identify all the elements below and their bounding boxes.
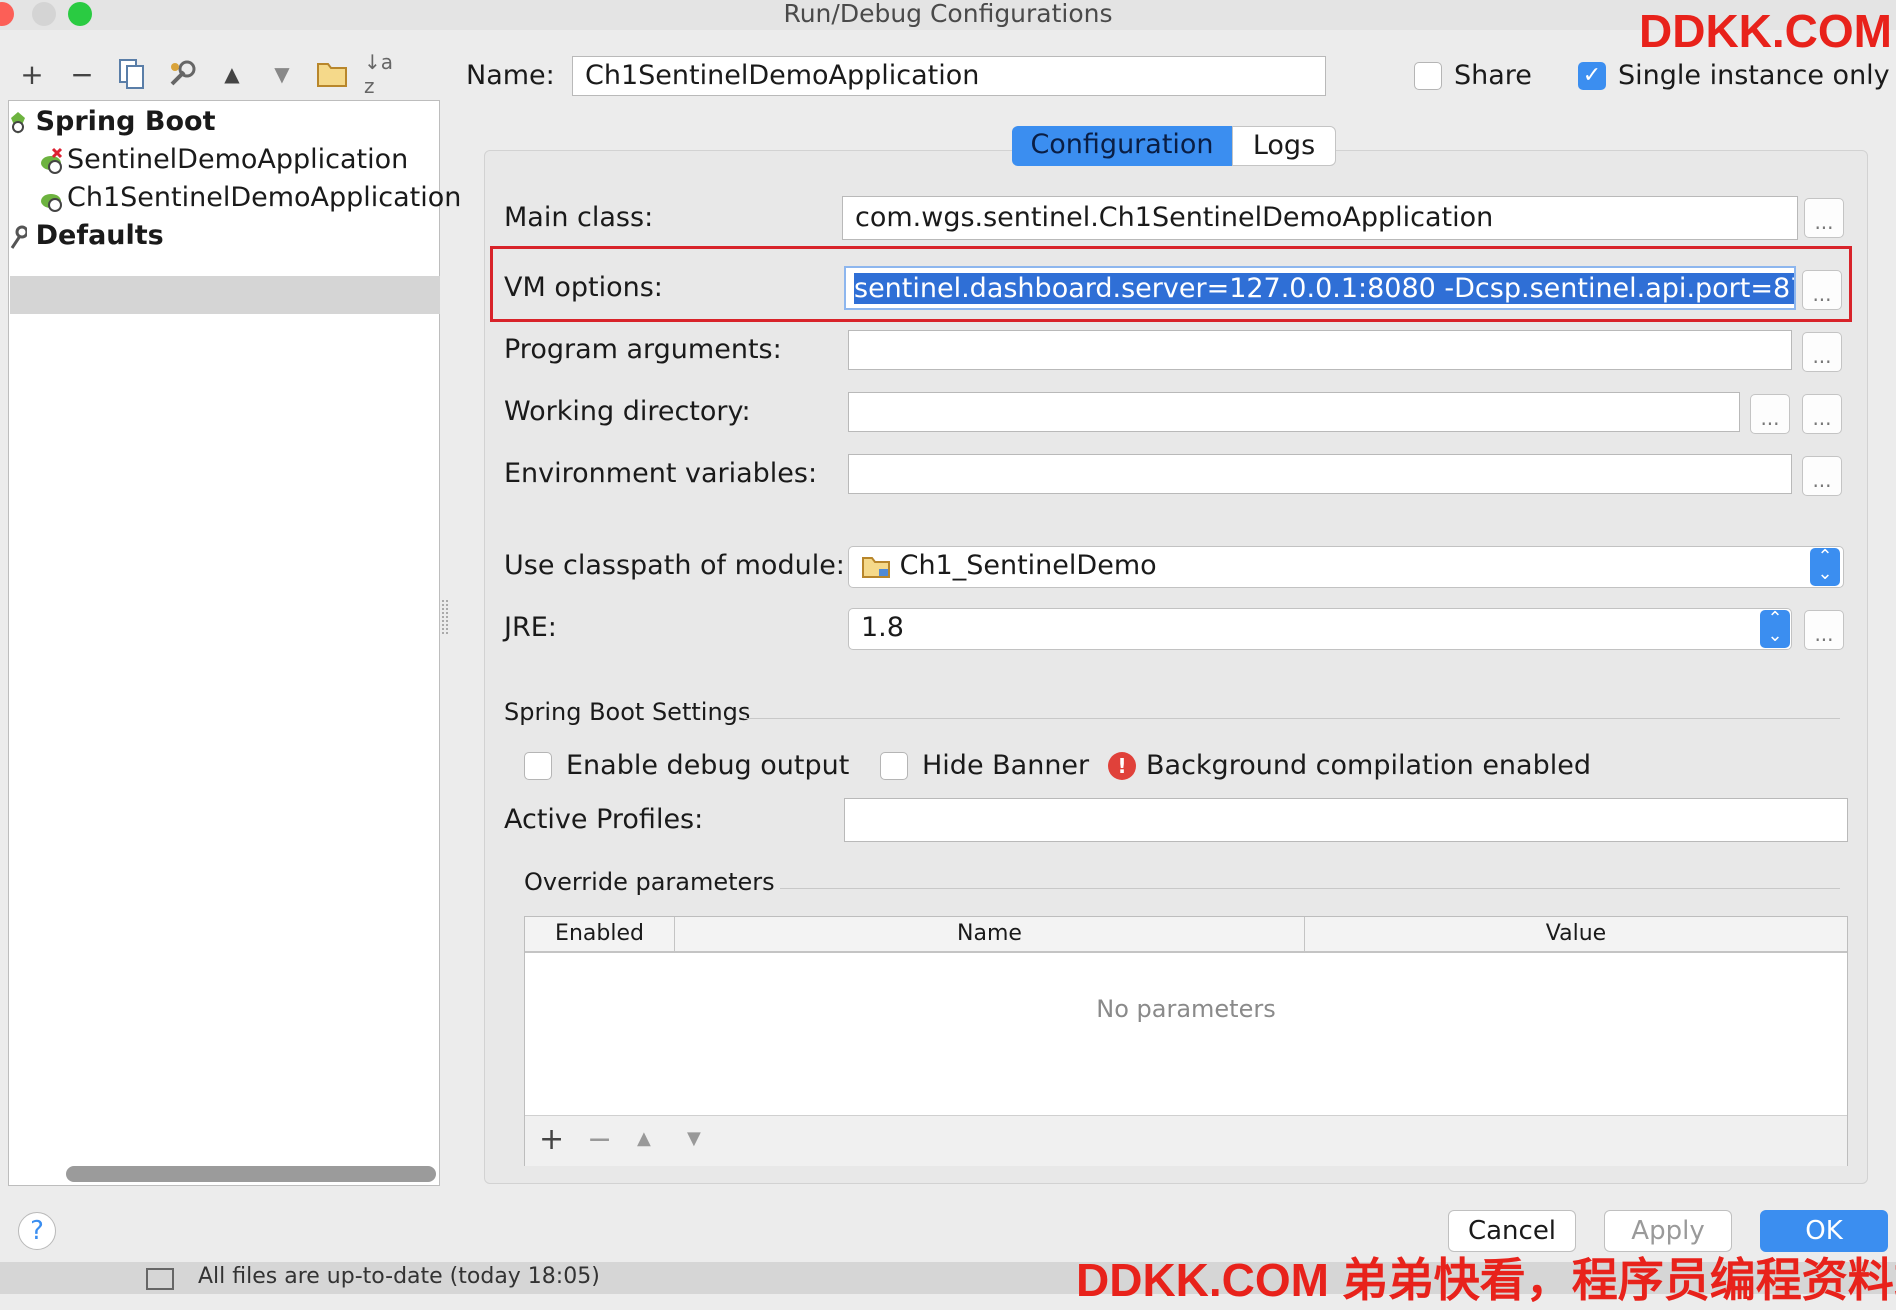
- splitter-handle[interactable]: [442, 600, 448, 634]
- tree-item-label: Spring Boot: [35, 106, 216, 137]
- program-arguments-expand-button[interactable]: ...: [1802, 332, 1842, 372]
- copy-configuration-button[interactable]: [114, 56, 150, 92]
- spring-boot-app-icon: [41, 193, 62, 212]
- create-folder-button[interactable]: [314, 56, 350, 92]
- column-header-name[interactable]: Name: [675, 917, 1305, 953]
- environment-variables-field[interactable]: [848, 454, 1792, 494]
- arrow-down-icon: ▼: [274, 62, 290, 86]
- status-bar-toggle-icon[interactable]: [146, 1268, 174, 1290]
- tab-configuration[interactable]: Configuration: [1012, 126, 1232, 166]
- working-directory-field[interactable]: [848, 392, 1740, 432]
- add-parameter-button[interactable]: +: [539, 1122, 564, 1157]
- single-instance-checkbox[interactable]: ✓: [1578, 62, 1606, 90]
- main-class-field[interactable]: com.wgs.sentinel.Ch1SentinelDemoApplicat…: [842, 196, 1798, 240]
- wrench-icon: [170, 60, 196, 86]
- add-configuration-button[interactable]: +: [14, 56, 50, 92]
- edit-defaults-button[interactable]: [164, 56, 200, 92]
- move-parameter-down-button[interactable]: ▼: [687, 1128, 701, 1149]
- vm-options-expand-button[interactable]: ...: [1802, 270, 1842, 310]
- help-button[interactable]: ?: [18, 1212, 56, 1250]
- classpath-module-dropdown-arrow[interactable]: ⌃ ⌄: [1810, 548, 1840, 586]
- main-class-label: Main class:: [504, 202, 654, 233]
- share-checkbox[interactable]: [1414, 62, 1442, 90]
- remove-parameter-button[interactable]: −: [587, 1122, 612, 1157]
- window-title: Run/Debug Configurations: [783, 0, 1113, 28]
- vm-options-selected-text: sentinel.dashboard.server=127.0.0.1:8080…: [854, 273, 1794, 304]
- jre-browse-button[interactable]: ...: [1804, 610, 1844, 650]
- working-directory-label: Working directory:: [504, 396, 751, 427]
- configuration-tree[interactable]: Spring Boot SentinelDemoApplication Ch1S…: [8, 100, 461, 1186]
- background-compilation-label: Background compilation enabled: [1146, 750, 1591, 781]
- arrow-up-icon: ▲: [224, 62, 240, 86]
- remove-icon: −: [70, 57, 94, 91]
- classpath-module-value: Ch1_SentinelDemo: [899, 550, 1157, 581]
- spring-boot-error-icon: [41, 147, 63, 174]
- main-class-browse-button[interactable]: ...: [1804, 198, 1844, 238]
- active-profiles-field[interactable]: [844, 798, 1848, 842]
- move-up-button[interactable]: ▲: [214, 56, 250, 92]
- tree-item-defaults[interactable]: Defaults: [9, 217, 164, 255]
- name-label: Name:: [466, 60, 555, 91]
- override-parameters-title: Override parameters: [524, 868, 775, 896]
- classpath-module-label: Use classpath of module:: [504, 550, 845, 581]
- column-header-enabled[interactable]: Enabled: [525, 917, 675, 953]
- tree-horizontal-scrollbar[interactable]: [66, 1166, 436, 1182]
- vm-options-label: VM options:: [504, 272, 663, 303]
- jre-value: 1.8: [861, 612, 904, 643]
- hide-banner-checkbox[interactable]: [880, 752, 908, 780]
- status-bar-text: All files are up-to-date (today 18:05): [198, 1264, 600, 1289]
- working-directory-browse-button[interactable]: ...: [1750, 394, 1790, 434]
- program-arguments-field[interactable]: [848, 330, 1792, 370]
- sort-icon: ↓a z: [364, 50, 394, 98]
- spring-boot-icon: [11, 111, 25, 134]
- tree-selection-highlight: [10, 276, 440, 314]
- move-down-button[interactable]: ▼: [264, 56, 300, 92]
- working-directory-macro-button[interactable]: ...: [1802, 394, 1842, 434]
- enable-debug-output-label: Enable debug output: [566, 750, 850, 781]
- folder-icon: [317, 63, 347, 87]
- tree-item-sentinel-demo[interactable]: SentinelDemoApplication: [39, 141, 408, 179]
- environment-variables-label: Environment variables:: [504, 458, 818, 489]
- settings-separator: [744, 718, 1840, 719]
- copy-icon: [119, 59, 144, 89]
- warning-icon: !: [1108, 752, 1136, 780]
- table-toolbar: + − ▲ ▼: [525, 1115, 1847, 1166]
- watermark-top: DDKK.COM: [1639, 5, 1892, 57]
- enable-debug-output-checkbox[interactable]: [524, 752, 552, 780]
- wrench-icon: [10, 225, 29, 249]
- override-parameters-table[interactable]: Enabled Name Value No parameters + − ▲ ▼: [524, 916, 1848, 1166]
- environment-variables-edit-button[interactable]: ...: [1802, 456, 1842, 496]
- jre-label: JRE:: [504, 612, 557, 643]
- move-parameter-up-button[interactable]: ▲: [637, 1128, 651, 1149]
- jre-select[interactable]: 1.8: [848, 608, 1792, 650]
- override-separator: [780, 888, 1840, 889]
- add-icon: +: [20, 57, 44, 91]
- program-arguments-label: Program arguments:: [504, 334, 782, 365]
- active-profiles-label: Active Profiles:: [504, 804, 704, 835]
- tree-item-ch1-sentinel-demo[interactable]: Ch1SentinelDemoApplication: [39, 179, 461, 217]
- table-empty-text: No parameters: [1096, 995, 1276, 1023]
- hide-banner-label: Hide Banner: [922, 750, 1090, 781]
- single-instance-label: Single instance only: [1618, 60, 1890, 91]
- module-folder-icon: [862, 556, 890, 578]
- tree-item-spring-boot[interactable]: Spring Boot: [9, 103, 215, 141]
- remove-configuration-button[interactable]: −: [64, 56, 100, 92]
- name-field[interactable]: Ch1SentinelDemoApplication: [572, 56, 1326, 96]
- vm-options-field[interactable]: sentinel.dashboard.server=127.0.0.1:8080…: [844, 266, 1796, 310]
- tree-item-label: SentinelDemoApplication: [67, 144, 409, 175]
- tree-item-label: Ch1SentinelDemoApplication: [67, 182, 462, 213]
- jre-dropdown-arrow[interactable]: ⌃ ⌄: [1760, 610, 1790, 648]
- tab-logs[interactable]: Logs: [1232, 126, 1336, 166]
- spring-boot-settings-title: Spring Boot Settings: [504, 698, 751, 726]
- watermark-bottom: DDKK.COM 弟弟快看，程序员编程资料站: [1076, 1254, 1896, 1306]
- sort-button[interactable]: ↓a z: [364, 50, 400, 98]
- tree-item-label: Defaults: [35, 220, 164, 251]
- classpath-module-select[interactable]: Ch1_SentinelDemo: [848, 546, 1844, 588]
- share-label: Share: [1454, 60, 1532, 91]
- column-header-value[interactable]: Value: [1305, 917, 1847, 953]
